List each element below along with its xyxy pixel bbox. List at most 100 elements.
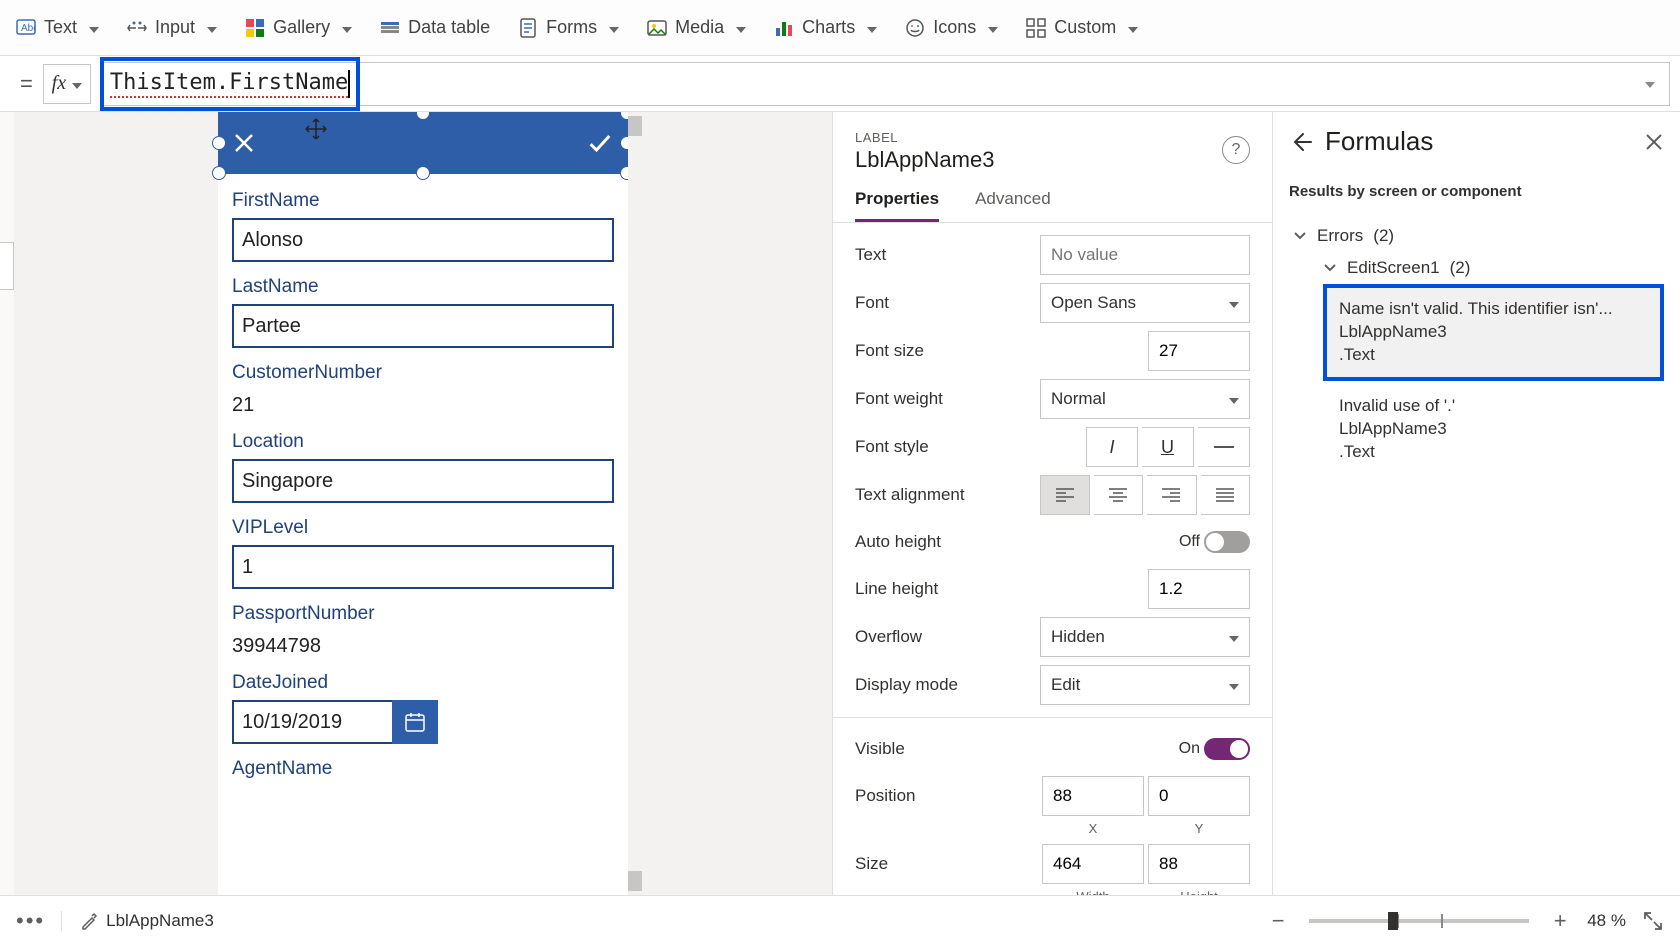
overflow-menu[interactable]: ••• (16, 908, 45, 934)
selected-appbar[interactable] (218, 112, 628, 174)
field-label-viplevel: VIPLevel (232, 517, 614, 539)
autoheight-toggle[interactable] (1204, 531, 1250, 553)
position-y-input[interactable] (1148, 776, 1250, 816)
chevron-down-icon (605, 17, 619, 38)
align-center[interactable] (1094, 475, 1143, 515)
move-cursor-icon (305, 118, 327, 140)
formula-expand[interactable] (1641, 75, 1669, 93)
chevron-down-icon (68, 72, 82, 95)
prop-select-overflow[interactable]: Hidden (1040, 617, 1250, 657)
prop-label-size: Size (855, 854, 1040, 874)
zoom-slider[interactable] (1309, 919, 1529, 923)
screen-group[interactable]: EditScreen1 (2) (1289, 252, 1664, 284)
size-height-sublabel: Height (1148, 889, 1250, 896)
breadcrumb[interactable]: LblAppName3 (61, 911, 214, 931)
size-height-input[interactable] (1148, 844, 1250, 884)
prop-input-lineheight[interactable] (1148, 569, 1250, 609)
position-x-input[interactable] (1042, 776, 1144, 816)
breadcrumb-label: LblAppName3 (106, 911, 214, 931)
formulas-title: Formulas (1325, 126, 1433, 157)
gallery-menu[interactable]: Gallery (235, 11, 362, 44)
datatable-button[interactable]: Data table (370, 11, 500, 44)
prop-input-text[interactable] (1040, 235, 1250, 275)
prop-label-fontsize: Font size (855, 341, 1040, 361)
formula-input[interactable]: ThisItem.FirstName (100, 57, 360, 111)
text-menu[interactable]: Abc Text (6, 11, 109, 44)
field-input-viplevel[interactable] (232, 545, 614, 589)
slider-thumb[interactable] (1388, 912, 1398, 930)
input-menu[interactable]: Input (117, 11, 227, 44)
align-right[interactable] (1147, 475, 1196, 515)
resize-handle-bottomleft[interactable] (212, 166, 226, 180)
status-bar: ••• LblAppName3 − + 48 % (0, 895, 1680, 945)
tab-properties[interactable]: Properties (855, 189, 939, 222)
fx-dropdown[interactable]: fx (43, 64, 91, 104)
align-left[interactable] (1040, 475, 1090, 515)
phone-scrollbar[interactable] (628, 112, 642, 895)
charts-menu[interactable]: Charts (764, 11, 887, 44)
visible-toggle[interactable] (1204, 738, 1250, 760)
screen-group-count: (2) (1450, 258, 1471, 278)
insert-toolbar: Abc Text Input Gallery Data table Forms (0, 0, 1680, 56)
left-rail-handle[interactable] (0, 242, 14, 290)
field-label-passport: PassportNumber (232, 603, 614, 625)
fontstyle-underline[interactable]: U (1142, 427, 1194, 467)
zoom-in-button[interactable]: + (1549, 908, 1571, 934)
prop-input-fontsize[interactable] (1148, 331, 1250, 371)
fx-label: fx (52, 72, 66, 95)
fontstyle-italic[interactable]: I (1086, 427, 1138, 467)
custom-menu[interactable]: Custom (1016, 11, 1148, 44)
text-icon: Abc (16, 18, 36, 38)
back-arrow-icon[interactable] (1289, 130, 1313, 154)
field-label-location: Location (232, 431, 614, 453)
resize-handle-top[interactable] (416, 112, 430, 120)
input-icon (127, 18, 147, 38)
edit-form: FirstName LastName CustomerNumber 21 Loc… (218, 174, 628, 780)
datepicker-button[interactable] (392, 700, 438, 744)
chevron-down-icon (1641, 75, 1655, 92)
resize-handle-bottom[interactable] (416, 166, 430, 180)
error-item-2[interactable]: Invalid use of '.' LblAppName3 .Text (1323, 381, 1664, 478)
close-panel-icon[interactable] (1644, 132, 1664, 152)
field-input-firstname[interactable] (232, 218, 614, 262)
error-item-1[interactable]: Name isn't valid. This identifier isn'..… (1323, 284, 1664, 381)
field-input-lastname[interactable] (232, 304, 614, 348)
input-menu-label: Input (155, 17, 195, 38)
gallery-icon (245, 18, 265, 38)
help-icon[interactable]: ? (1222, 136, 1250, 164)
zoom-value: 48 % (1587, 911, 1626, 931)
scroll-down-button[interactable] (628, 871, 642, 891)
resize-handle-left[interactable] (212, 136, 226, 150)
field-input-datejoined[interactable] (232, 700, 392, 744)
prop-select-displaymode[interactable]: Edit (1040, 665, 1250, 705)
chevron-down-icon (1124, 17, 1138, 38)
prop-select-fontweight[interactable]: Normal (1040, 379, 1250, 419)
properties-panel: LABEL LblAppName3 ? Properties Advanced … (832, 112, 1272, 895)
media-menu[interactable]: Media (637, 11, 756, 44)
cancel-icon[interactable] (232, 131, 256, 155)
chevron-down-icon (338, 17, 352, 38)
custom-icon (1026, 18, 1046, 38)
zoom-out-button[interactable]: − (1267, 908, 1289, 934)
error-1-message: Name isn't valid. This identifier isn'..… (1339, 298, 1648, 321)
icons-menu[interactable]: Icons (895, 11, 1008, 44)
tab-advanced[interactable]: Advanced (975, 189, 1051, 222)
position-x-sublabel: X (1042, 821, 1144, 836)
errors-group[interactable]: Errors (2) (1289, 220, 1664, 252)
fullscreen-icon[interactable] (1642, 910, 1664, 932)
chevron-down-icon (1323, 261, 1337, 275)
prop-select-font[interactable]: Open Sans (1040, 283, 1250, 323)
fontstyle-strike[interactable] (1198, 427, 1250, 467)
field-label-firstname: FirstName (232, 190, 614, 212)
error-1-property: .Text (1339, 344, 1648, 367)
forms-menu[interactable]: Forms (508, 11, 629, 44)
gallery-menu-label: Gallery (273, 17, 330, 38)
size-width-input[interactable] (1042, 844, 1144, 884)
icons-icon (905, 18, 925, 38)
accept-icon[interactable] (586, 129, 614, 157)
field-label-datejoined: DateJoined (232, 672, 614, 694)
chevron-down-icon (732, 17, 746, 38)
align-justify[interactable] (1201, 475, 1250, 515)
scroll-up-button[interactable] (628, 116, 642, 136)
field-input-location[interactable] (232, 459, 614, 503)
